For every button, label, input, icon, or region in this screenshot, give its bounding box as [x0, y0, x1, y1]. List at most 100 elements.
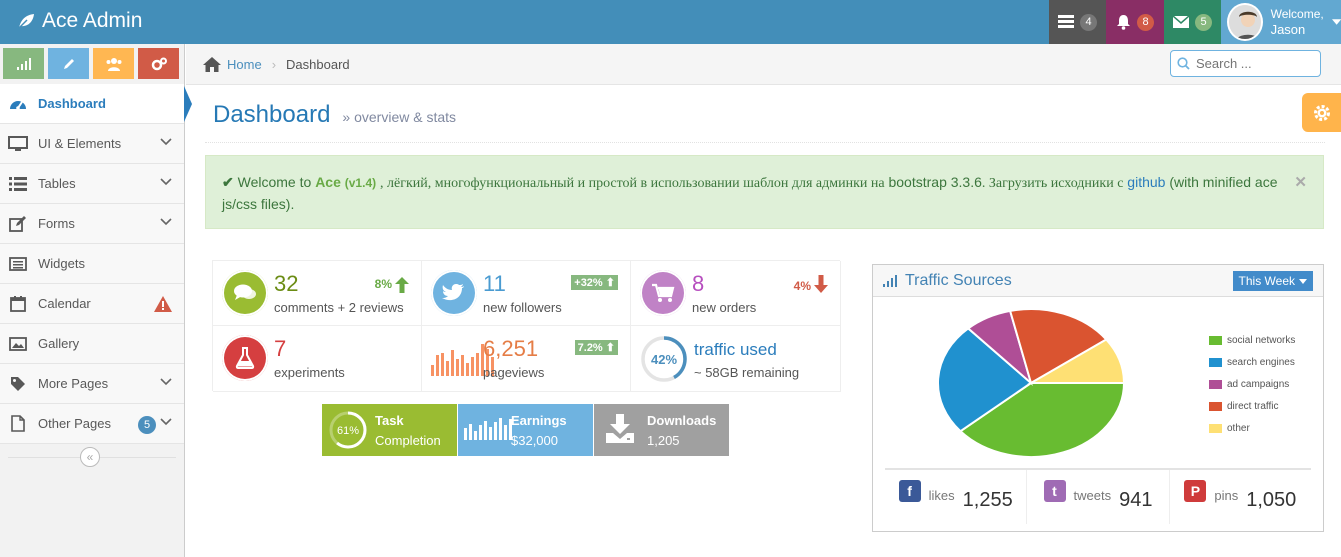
social-label: tweets — [1073, 487, 1112, 503]
infobox-traffic: 42% traffic used ~ 58GB remaining — [631, 326, 841, 392]
alert-text-2: . Загрузить исходники с — [981, 176, 1124, 191]
messages-dropdown[interactable]: 5 — [1164, 0, 1221, 44]
infobox-task-completion: 61% Task Completion — [322, 404, 457, 456]
social-value: 1,050 — [1246, 488, 1297, 511]
double-angle-right-icon: » — [342, 109, 351, 125]
pinterest-icon: P — [1184, 480, 1207, 502]
downloads-value: 1,205 — [647, 433, 680, 448]
sparkline-bar — [471, 357, 474, 376]
sidebar-item-more-pages[interactable]: More Pages — [0, 364, 184, 404]
brand[interactable]: Ace Admin — [16, 9, 142, 33]
breadcrumb-home[interactable]: Home — [203, 56, 262, 72]
search-input[interactable] — [1196, 56, 1306, 71]
nav-search — [1170, 50, 1321, 77]
list-alt-icon — [8, 255, 28, 273]
earnings-title: Earnings — [511, 413, 567, 428]
infobox-experiments: 7 experiments — [213, 326, 422, 392]
social-label: likes — [928, 487, 955, 503]
pie-legend: social networks search engines ad campaign… — [1209, 329, 1295, 439]
sidebar-item-label: Other Pages — [38, 416, 111, 431]
sidebar-item-label: Dashboard — [38, 96, 106, 111]
github-link[interactable]: github — [1127, 174, 1165, 190]
notifications-badge: 8 — [1137, 13, 1154, 31]
sparkline-bar — [466, 363, 469, 376]
infobox-followers: 11 new followers +32% ⬆ — [422, 261, 631, 326]
chevron-down-icon — [160, 418, 172, 426]
task-easy-pie-chart: 61% — [329, 411, 367, 449]
task-title: Task — [375, 413, 404, 428]
users-icon — [106, 57, 121, 71]
envelope-icon — [1173, 16, 1189, 28]
earnings-bar — [494, 422, 497, 440]
user-menu[interactable]: Welcome, Jason — [1221, 0, 1341, 44]
breadcrumb-separator-icon: › — [271, 56, 277, 72]
avatar — [1227, 3, 1263, 41]
welcome-alert: ✔ Welcome to Ace (v1.4) , лёгкий, многоф… — [205, 155, 1324, 229]
infobox-earnings: Earnings $32,000 — [458, 404, 593, 456]
calendar-icon — [8, 295, 28, 313]
stat-value: +32% — [574, 277, 603, 289]
sidebar-item-dashboard[interactable]: Dashboard — [0, 84, 192, 124]
page-header: Dashboard » overview & stats — [205, 95, 1325, 143]
search-icon — [1177, 57, 1190, 70]
legend-item: other — [1209, 417, 1295, 439]
traffic-easy-pie-chart: 42% — [641, 336, 687, 382]
shortcut-users-button[interactable] — [93, 48, 134, 79]
chevron-down-icon — [160, 138, 172, 146]
desktop-icon — [8, 135, 28, 153]
traffic-sources-widget: Traffic Sources This Week social network… — [872, 264, 1324, 532]
alert-close-button[interactable]: ✕ — [1294, 172, 1307, 193]
sparkline-bar — [451, 350, 454, 376]
infobox-number: traffic used — [694, 340, 777, 359]
sidebar-item-ui-elements[interactable]: UI & Elements — [0, 124, 184, 164]
tasks-icon — [1058, 15, 1074, 28]
chevron-down-icon — [160, 218, 172, 226]
infobox-stat: 7.2% ⬆ — [574, 340, 618, 355]
traffic-percent: 42% — [651, 352, 677, 367]
legend-swatch — [1209, 335, 1222, 345]
sidebar-item-forms[interactable]: Forms — [0, 204, 184, 244]
social-stat-tweets: t tweets 941 — [1027, 470, 1170, 524]
sidebar-item-label: Gallery — [38, 336, 80, 351]
sidebar-item-widgets[interactable]: Widgets — [0, 244, 184, 284]
tasks-dropdown[interactable]: 4 — [1049, 0, 1106, 44]
sidebar-item-tables[interactable]: Tables — [0, 164, 184, 204]
shortcut-pencil-button[interactable] — [48, 48, 89, 79]
sidebar-item-gallery[interactable]: Gallery — [0, 324, 184, 364]
shortcut-signal-button[interactable] — [3, 48, 44, 79]
legend-item: ad campaigns — [1209, 373, 1295, 395]
earnings-bar — [504, 425, 507, 440]
twitter-icon — [431, 270, 477, 316]
sidebar-collapse-button[interactable]: « — [80, 447, 100, 467]
infobox-content: experiments — [274, 365, 345, 380]
sidebar-collapse-bar: « — [0, 444, 184, 470]
notifications-dropdown[interactable]: 8 — [1106, 0, 1164, 44]
period-label: This Week — [1238, 274, 1295, 288]
signal-icon — [16, 57, 31, 70]
legend-label: search engines — [1227, 356, 1295, 368]
shopping-cart-icon — [640, 270, 686, 316]
period-dropdown[interactable]: This Week — [1232, 271, 1313, 291]
stat-value: 4% — [793, 279, 811, 293]
alert-version: (v1.4) — [344, 176, 377, 190]
arrow-up-icon: ⬆ — [605, 277, 615, 289]
warning-icon — [154, 296, 172, 312]
sparkline-bar — [431, 365, 434, 376]
legend-swatch — [1209, 357, 1222, 367]
sidebar-item-other-pages[interactable]: Other Pages 5 — [0, 404, 184, 444]
shortcut-cogs-button[interactable] — [138, 48, 179, 79]
infobox-stat: 8% — [375, 277, 409, 293]
user-welcome: Welcome, Jason — [1271, 7, 1324, 37]
legend-swatch — [1209, 401, 1222, 411]
cogs-icon — [151, 57, 167, 70]
comments-icon — [222, 270, 268, 316]
pencil-square-icon — [8, 215, 28, 233]
sidebar-item-calendar[interactable]: Calendar — [0, 284, 184, 324]
tag-icon — [8, 375, 28, 393]
legend-item: social networks — [1209, 329, 1295, 351]
flask-icon — [222, 335, 268, 381]
sidebar-item-label: More Pages — [38, 376, 109, 391]
other-pages-badge: 5 — [138, 416, 156, 434]
legend-swatch — [1209, 379, 1222, 389]
infobox-number: 7 — [274, 336, 287, 361]
